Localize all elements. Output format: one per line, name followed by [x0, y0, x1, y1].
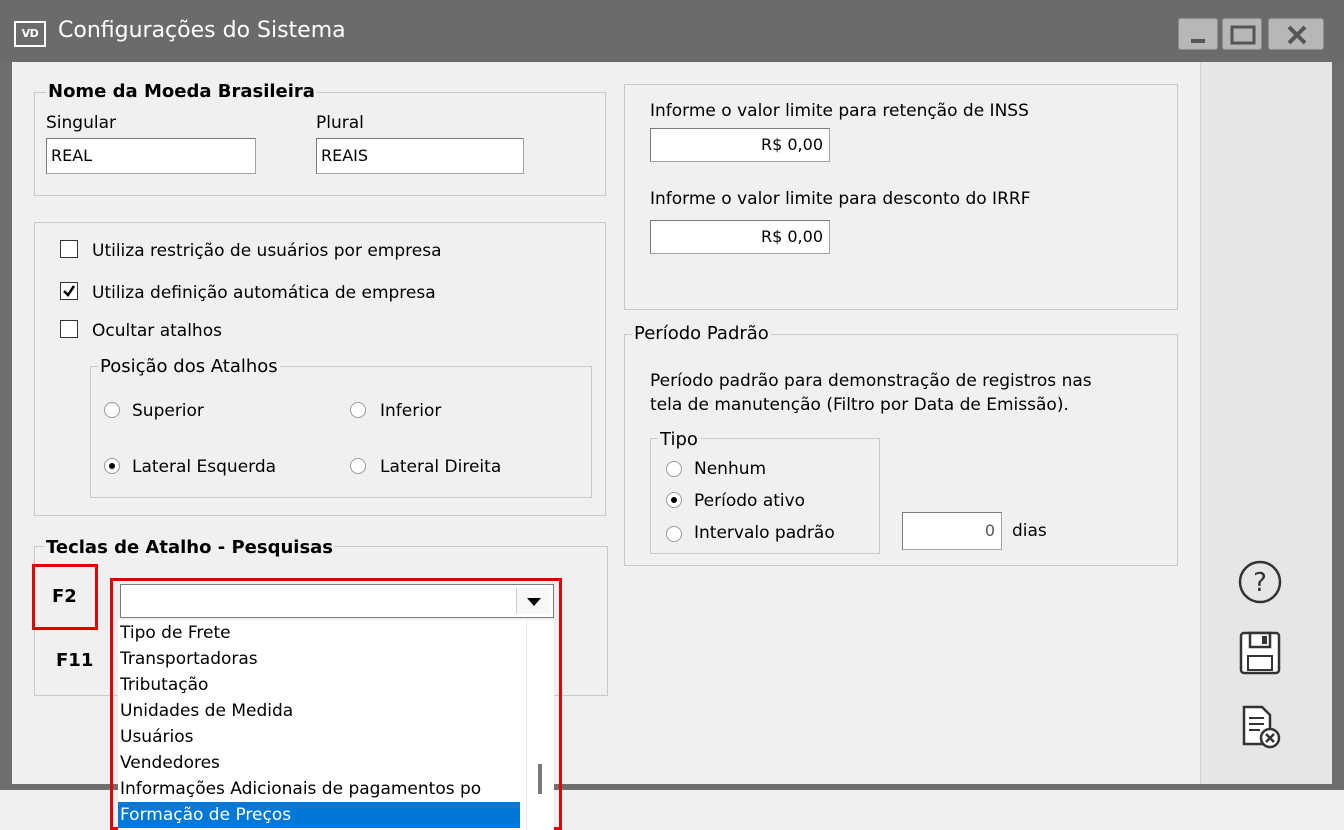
svg-text:?: ?: [1253, 568, 1267, 598]
list-item[interactable]: Informações Adicionais de pagamentos po: [118, 776, 520, 802]
maximize-icon: [1230, 25, 1256, 45]
radio-nenhum-label: Nenhum: [694, 459, 767, 479]
list-item[interactable]: Unidades de Medida: [118, 698, 520, 724]
radio-nenhum[interactable]: [666, 461, 682, 477]
combobox-dropdown-button[interactable]: [516, 588, 550, 614]
radio-lateral-esquerda[interactable]: [104, 458, 120, 474]
singular-label: Singular: [46, 113, 116, 133]
interval-days-input[interactable]: 0: [902, 512, 1002, 550]
irrf-input[interactable]: R$ 0,00: [650, 220, 830, 254]
shortcut-position-title: Posição dos Atalhos: [98, 356, 280, 377]
irrf-label: Informe o valor limite para desconto do …: [650, 189, 1031, 209]
list-item-selected[interactable]: Formação de Preços: [118, 802, 520, 828]
inss-input[interactable]: R$ 0,00: [650, 128, 830, 162]
list-item[interactable]: Vendedores: [118, 750, 520, 776]
interval-unit-label: dias: [1012, 521, 1047, 541]
dropdown-scrollbar-thumb[interactable]: [538, 764, 542, 794]
plural-input[interactable]: REAIS: [316, 138, 524, 174]
f2-label: F2: [52, 586, 77, 607]
list-item[interactable]: Tributação: [118, 672, 520, 698]
radio-superior-label: Superior: [132, 401, 204, 421]
period-description-line2: tela de manutenção (Filtro por Data de E…: [650, 395, 1069, 415]
radio-inferior-label: Inferior: [380, 401, 442, 421]
save-icon[interactable]: [1238, 630, 1282, 676]
radio-intervalo-padrao[interactable]: [666, 526, 682, 542]
list-item[interactable]: Tipo de Frete: [118, 620, 520, 646]
chevron-down-icon: [527, 598, 541, 606]
app-icon: VD: [14, 21, 46, 47]
radio-lateral-direita[interactable]: [350, 458, 366, 474]
close-icon: [1287, 25, 1307, 45]
type-group-title: Tipo: [658, 429, 700, 450]
radio-lateral-esquerda-label: Lateral Esquerda: [132, 457, 277, 477]
period-group-title: Período Padrão: [632, 323, 771, 344]
checkbox-hide-shortcuts-label: Ocultar atalhos: [92, 321, 222, 341]
close-button[interactable]: [1268, 18, 1324, 50]
singular-input[interactable]: REAL: [46, 138, 256, 174]
help-icon[interactable]: ?: [1236, 558, 1284, 606]
window-title: Configurações do Sistema: [58, 18, 346, 43]
radio-inferior[interactable]: [350, 402, 366, 418]
shortcut-position-group: [90, 366, 592, 498]
dropdown-list[interactable]: Tipo de Frete Transportadoras Tributação…: [118, 620, 554, 830]
radio-superior[interactable]: [104, 402, 120, 418]
radio-lateral-direita-label: Lateral Direita: [380, 457, 502, 477]
dropdown-scrollbar[interactable]: [526, 620, 554, 830]
radio-intervalo-padrao-label: Intervalo padrão: [694, 523, 835, 543]
radio-periodo-ativo[interactable]: [666, 492, 682, 508]
shortcuts-group-title: Teclas de Atalho - Pesquisas: [44, 537, 336, 558]
checkbox-auto-company-label: Utiliza definição automática de empresa: [92, 283, 436, 303]
checkbox-hide-shortcuts[interactable]: [60, 320, 78, 338]
checkmark-icon: [63, 285, 76, 297]
minimize-icon: [1191, 39, 1205, 43]
checkbox-restrict-users-label: Utiliza restrição de usuários por empres…: [92, 241, 442, 261]
plural-label: Plural: [316, 113, 364, 133]
currency-group-title: Nome da Moeda Brasileira: [46, 81, 317, 102]
list-item[interactable]: Transportadoras: [118, 646, 520, 672]
period-description-line1: Período padrão para demonstração de regi…: [650, 371, 1092, 391]
minimize-button[interactable]: [1178, 18, 1218, 50]
cancel-document-icon[interactable]: [1240, 704, 1284, 752]
list-item[interactable]: Usuários: [118, 724, 520, 750]
f11-label: F11: [56, 650, 94, 671]
checkbox-restrict-users[interactable]: [60, 240, 78, 258]
radio-periodo-ativo-label: Período ativo: [694, 491, 806, 511]
inss-label: Informe o valor limite para retenção de …: [650, 101, 1029, 121]
maximize-button[interactable]: [1222, 18, 1262, 50]
checkbox-auto-company[interactable]: [60, 282, 78, 300]
f2-combobox[interactable]: [120, 584, 554, 618]
